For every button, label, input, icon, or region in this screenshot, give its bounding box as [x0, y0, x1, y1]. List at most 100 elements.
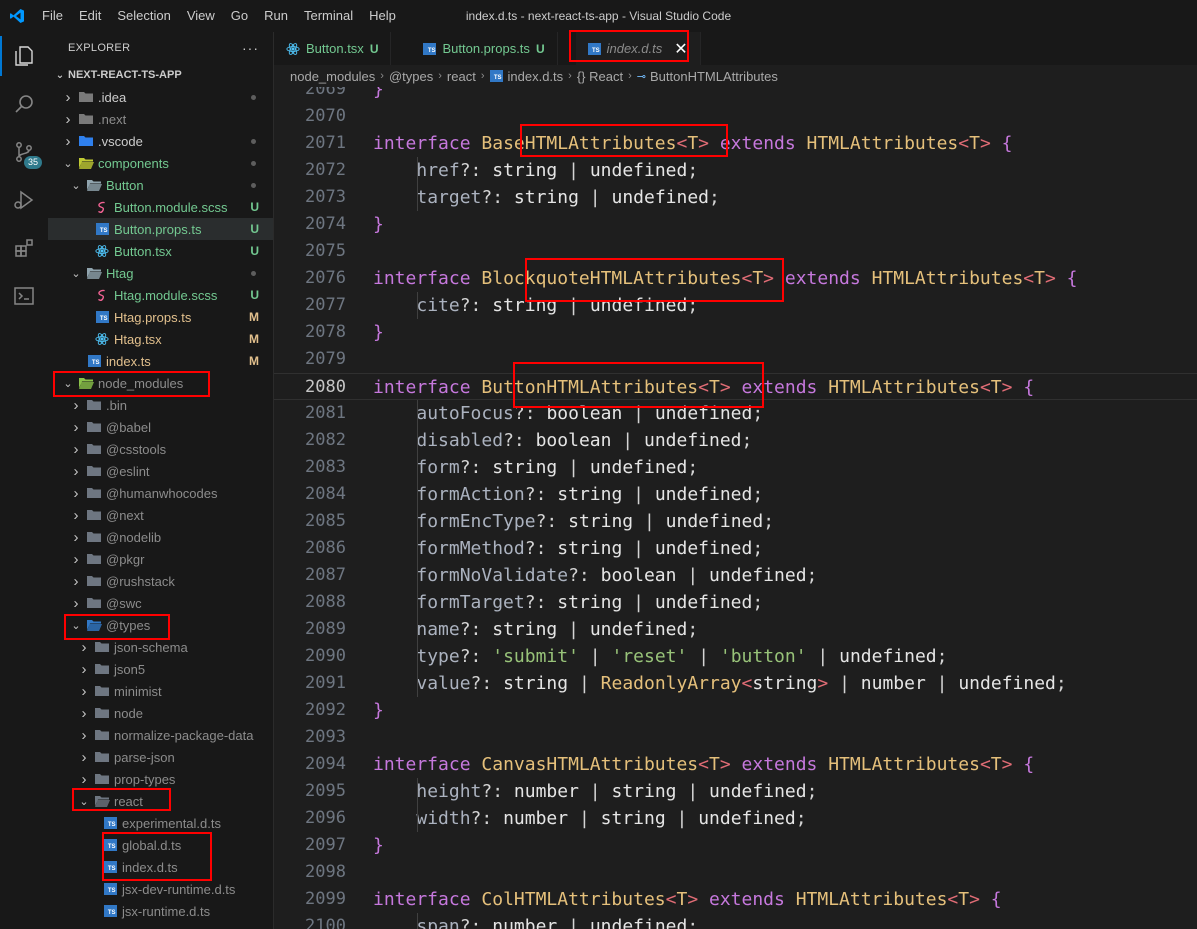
- breadcrumb-item[interactable]: node_modules: [290, 69, 375, 84]
- code-text: target?: string | undefined;: [416, 187, 720, 208]
- close-icon[interactable]: ✕: [674, 39, 687, 59]
- tree-folder[interactable]: › @humanwhocodes: [48, 482, 273, 504]
- tree-folder[interactable]: › @pkgr: [48, 548, 273, 570]
- code-line[interactable]: 2095 height?: number | string | undefine…: [274, 778, 1197, 805]
- code-line[interactable]: 2087 formNoValidate?: boolean | undefine…: [274, 562, 1197, 589]
- code-line[interactable]: 2091 value?: string | ReadonlyArray<stri…: [274, 670, 1197, 697]
- code-line[interactable]: 2080 interface ButtonHTMLAttributes<T> ex…: [274, 373, 1197, 400]
- tree-file[interactable]: TS experimental.d.ts: [48, 812, 273, 834]
- tree-file[interactable]: Htag.tsx M: [48, 328, 273, 350]
- tab-button-props-ts[interactable]: TS Button.props.ts U: [391, 32, 558, 65]
- menu-terminal[interactable]: Terminal: [296, 0, 361, 32]
- tree-folder[interactable]: › node: [48, 702, 273, 724]
- code-line[interactable]: 2085 formEncType?: string | undefined;: [274, 508, 1197, 535]
- tree-folder[interactable]: › minimist: [48, 680, 273, 702]
- code-line[interactable]: 2086 formMethod?: string | undefined;: [274, 535, 1197, 562]
- tree-folder[interactable]: ⌄ Button: [48, 174, 273, 196]
- tree-folder[interactable]: › .idea: [48, 86, 273, 108]
- code-line[interactable]: 2071 interface BaseHTMLAttributes<T> exte…: [274, 130, 1197, 157]
- folder-icon: [86, 397, 102, 413]
- tree-folder[interactable]: › @babel: [48, 416, 273, 438]
- tree-folder[interactable]: ⌄ Htag: [48, 262, 273, 284]
- tree-folder[interactable]: › @csstools: [48, 438, 273, 460]
- code-line[interactable]: 2081 autoFocus?: boolean | undefined;: [274, 400, 1197, 427]
- workspace-root[interactable]: ⌄ NEXT-REACT-TS-APP: [48, 64, 273, 86]
- menu-edit[interactable]: Edit: [71, 0, 109, 32]
- tree-file[interactable]: TS Htag.props.ts M: [48, 306, 273, 328]
- code-line[interactable]: 2099 interface ColHTMLAttributes<T> exten…: [274, 886, 1197, 913]
- code-line[interactable]: 2084 formAction?: string | undefined;: [274, 481, 1197, 508]
- tree-folder[interactable]: › @rushstack: [48, 570, 273, 592]
- code-line[interactable]: 2075: [274, 238, 1197, 265]
- tree-folder[interactable]: › @nodelib: [48, 526, 273, 548]
- menu-file[interactable]: File: [34, 0, 71, 32]
- code-line[interactable]: 2083 form?: string | undefined;: [274, 454, 1197, 481]
- code-line[interactable]: 2093: [274, 724, 1197, 751]
- code-line[interactable]: 2079: [274, 346, 1197, 373]
- breadcrumb-item[interactable]: {} React: [577, 69, 623, 84]
- tree-item-label: index.ts: [106, 353, 151, 369]
- tree-folder[interactable]: › @next: [48, 504, 273, 526]
- more-actions-icon[interactable]: ···: [242, 40, 259, 56]
- breadcrumb-item[interactable]: index.d.ts: [508, 69, 564, 84]
- code-line[interactable]: 2073 target?: string | undefined;: [274, 184, 1197, 211]
- tree-folder[interactable]: › json5: [48, 658, 273, 680]
- tree-file[interactable]: TS Button.props.ts U: [48, 218, 273, 240]
- code-line[interactable]: 2092}: [274, 697, 1197, 724]
- code-line[interactable]: 2100 span?: number | undefined;: [274, 913, 1197, 929]
- tree-folder[interactable]: › json-schema: [48, 636, 273, 658]
- tree-file[interactable]: TS index.ts M: [48, 350, 273, 372]
- code-line[interactable]: 2070: [274, 103, 1197, 130]
- tree-folder[interactable]: ⌄ node_modules: [48, 372, 273, 394]
- tree-folder[interactable]: › @eslint: [48, 460, 273, 482]
- code-line[interactable]: 2090 type?: 'submit' | 'reset' | 'button…: [274, 643, 1197, 670]
- code-line[interactable]: 2082 disabled?: boolean | undefined;: [274, 427, 1197, 454]
- terminal-activity-button[interactable]: [0, 272, 48, 320]
- source-control-activity-button[interactable]: 35: [0, 128, 48, 176]
- menu-go[interactable]: Go: [223, 0, 256, 32]
- code-line[interactable]: 2098: [274, 859, 1197, 886]
- code-line[interactable]: 2089 name?: string | undefined;: [274, 616, 1197, 643]
- breadcrumb-item[interactable]: react: [447, 69, 476, 84]
- breadcrumb-item[interactable]: ButtonHTMLAttributes: [650, 69, 778, 84]
- tree-folder[interactable]: › parse-json: [48, 746, 273, 768]
- tree-file[interactable]: TS jsx-runtime.d.ts: [48, 900, 273, 922]
- tree-file[interactable]: Button.module.scss U: [48, 196, 273, 218]
- code-line[interactable]: 2074}: [274, 211, 1197, 238]
- tree-folder[interactable]: › @swc: [48, 592, 273, 614]
- code-line[interactable]: 2077 cite?: string | undefined;: [274, 292, 1197, 319]
- explorer-activity-button[interactable]: [0, 32, 48, 80]
- tree-file[interactable]: TS jsx-dev-runtime.d.ts: [48, 878, 273, 900]
- code-line[interactable]: 2072 href?: string | undefined;: [274, 157, 1197, 184]
- tab-button-tsx[interactable]: Button.tsx U: [274, 32, 392, 65]
- menu-help[interactable]: Help: [361, 0, 404, 32]
- tree-folder[interactable]: › .vscode: [48, 130, 273, 152]
- code-line[interactable]: 2088 formTarget?: string | undefined;: [274, 589, 1197, 616]
- tree-file[interactable]: TS index.d.ts: [48, 856, 273, 878]
- code-line[interactable]: 2069}: [274, 87, 1197, 103]
- tree-folder[interactable]: › prop-types: [48, 768, 273, 790]
- tree-file[interactable]: Htag.module.scss U: [48, 284, 273, 306]
- code-line[interactable]: 2076 interface BlockquoteHTMLAttributes<T…: [274, 265, 1197, 292]
- tree-folder[interactable]: › .bin: [48, 394, 273, 416]
- tree-folder[interactable]: › normalize-package-data: [48, 724, 273, 746]
- run-debug-activity-button[interactable]: [0, 176, 48, 224]
- menu-selection[interactable]: Selection: [109, 0, 178, 32]
- menu-run[interactable]: Run: [256, 0, 296, 32]
- search-activity-button[interactable]: [0, 80, 48, 128]
- code-line[interactable]: 2094 interface CanvasHTMLAttributes<T> ex…: [274, 751, 1197, 778]
- menu-view[interactable]: View: [179, 0, 223, 32]
- code-line[interactable]: 2096 width?: number | string | undefined…: [274, 805, 1197, 832]
- tree-folder[interactable]: ⌄ react: [48, 790, 273, 812]
- tree-folder[interactable]: ⌄ components: [48, 152, 273, 174]
- tab-index-d-ts[interactable]: TS index.d.ts ✕: [575, 32, 701, 65]
- code-editor[interactable]: 2069} 2070 2071 interface BaseHTMLAttribute…: [274, 87, 1197, 929]
- extensions-activity-button[interactable]: [0, 224, 48, 272]
- tree-folder[interactable]: › .next: [48, 108, 273, 130]
- tree-folder[interactable]: ⌄ @types: [48, 614, 273, 636]
- code-line[interactable]: 2078}: [274, 319, 1197, 346]
- tree-file[interactable]: TS global.d.ts: [48, 834, 273, 856]
- breadcrumb-item[interactable]: @types: [389, 69, 433, 84]
- tree-file[interactable]: Button.tsx U: [48, 240, 273, 262]
- code-line[interactable]: 2097}: [274, 832, 1197, 859]
